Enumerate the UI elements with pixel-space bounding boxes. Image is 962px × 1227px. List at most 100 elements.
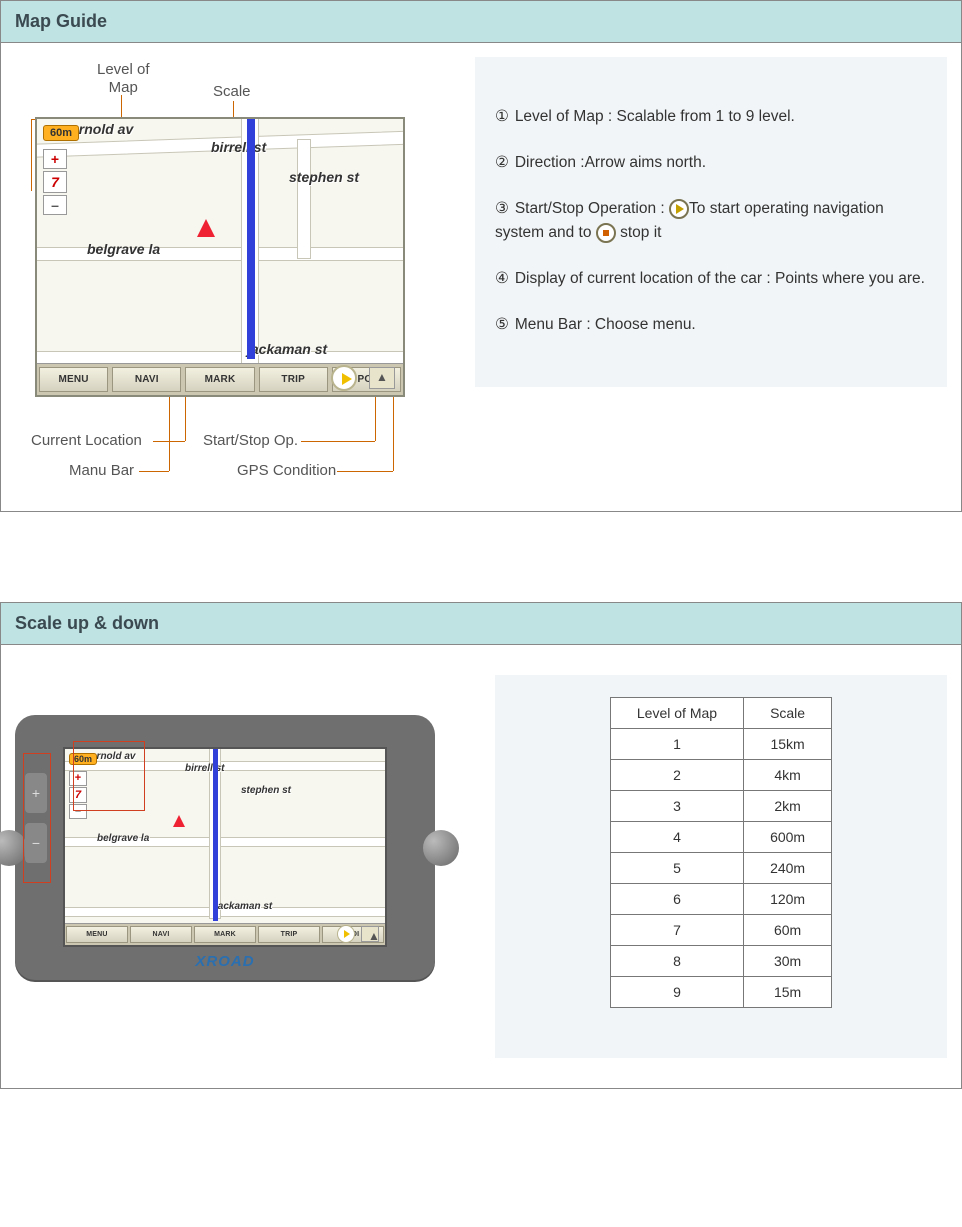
cell-level: 5: [610, 853, 743, 884]
list-marker: ②: [495, 151, 511, 175]
scale-table-panel: Level of Map Scale 115km 24km 32km 4600m…: [495, 675, 947, 1058]
zoom-level-indicator: 7: [43, 171, 67, 193]
street-label: belgrave la: [87, 241, 160, 257]
callout-level-of-map-l1: Level of: [97, 61, 150, 78]
explain-item: ② Direction :Arrow aims north.: [495, 151, 927, 175]
current-location-arrow-icon: [173, 815, 185, 827]
callout-current-location: Current Location: [31, 432, 142, 449]
gps-condition-icon: [361, 926, 379, 942]
cell-scale: 600m: [744, 822, 832, 853]
callout-start-stop-op: Start/Stop Op.: [203, 432, 298, 449]
route-line: [213, 749, 218, 921]
explain-item: ① Level of Map : Scalable from 1 to 9 le…: [495, 105, 927, 129]
section-title-map-guide: Map Guide: [1, 1, 961, 43]
cell-scale: 2km: [744, 791, 832, 822]
highlight-box-sw-zoom: [73, 741, 145, 811]
menu-button-menu[interactable]: MENU: [39, 367, 108, 392]
explain-text: Direction :Arrow aims north.: [515, 154, 706, 171]
street-label: birrell st: [185, 763, 224, 774]
explain-item: ④ Display of current location of the car…: [495, 267, 927, 291]
leader-line: [139, 471, 169, 472]
device-area: + − arnold av birrell st stephen st: [15, 675, 455, 980]
list-marker: ⑤: [495, 313, 511, 337]
explain-suffix: stop it: [620, 224, 661, 241]
start-stop-button[interactable]: [331, 365, 357, 391]
street-label: stephen st: [289, 169, 359, 185]
menu-button-mark[interactable]: MARK: [185, 367, 254, 392]
menu-button-trip[interactable]: TRIP: [258, 926, 320, 943]
leader-line: [301, 441, 375, 442]
cell-scale: 15m: [744, 977, 832, 1008]
zoom-in-button[interactable]: +: [43, 149, 67, 169]
explain-text: Level of Map : Scalable from 1 to 9 leve…: [515, 108, 795, 125]
cell-scale: 240m: [744, 853, 832, 884]
menu-button-navi[interactable]: NAVI: [112, 367, 181, 392]
callout-level-of-map-l2: Map: [109, 79, 138, 96]
cell-level: 8: [610, 946, 743, 977]
explain-prefix: Start/Stop Operation :: [515, 200, 665, 217]
cell-scale: 4km: [744, 760, 832, 791]
leader-line: [121, 95, 122, 119]
cell-scale: 15km: [744, 729, 832, 760]
cell-scale: 60m: [744, 915, 832, 946]
explain-item: ③ Start/Stop Operation : To start operat…: [495, 197, 927, 245]
street-label: jackaman st: [215, 901, 272, 912]
play-icon: [669, 199, 689, 219]
map-background: arnold av birrell st stephen st belgrave…: [37, 119, 403, 395]
section-scale: Scale up & down + − arnold av: [0, 602, 962, 1089]
current-location-arrow-icon: [197, 219, 215, 237]
cell-level: 4: [610, 822, 743, 853]
callout-level-of-map: Level of Map: [97, 61, 150, 97]
callout-scale: Scale: [213, 83, 251, 100]
cell-scale: 120m: [744, 884, 832, 915]
menu-button-navi[interactable]: NAVI: [130, 926, 192, 943]
list-marker: ①: [495, 105, 511, 129]
street-label: belgrave la: [97, 833, 149, 844]
leader-line: [337, 471, 393, 472]
start-stop-button[interactable]: [337, 925, 355, 943]
callout-gps-condition: GPS Condition: [237, 462, 336, 479]
scale-badge: 60m: [43, 125, 79, 141]
map-guide-body: Level of Map Scale Current Location Star…: [1, 43, 961, 511]
gps-condition-icon: [369, 367, 395, 389]
zoom-out-button[interactable]: –: [43, 195, 67, 215]
table-header-level: Level of Map: [610, 698, 743, 729]
menu-button-menu[interactable]: MENU: [66, 926, 128, 943]
section-title-scale: Scale up & down: [1, 603, 961, 645]
table-header-row: Level of Map Scale: [610, 698, 831, 729]
list-marker: ③: [495, 197, 511, 221]
cell-level: 2: [610, 760, 743, 791]
scale-body: + − arnold av birrell st stephen st: [1, 645, 961, 1088]
explain-text: Display of current location of the car :…: [515, 270, 925, 287]
leader-line: [31, 119, 32, 191]
diagram-area: Level of Map Scale Current Location Star…: [15, 57, 455, 497]
route-line: [247, 119, 255, 359]
callout-manu-bar: Manu Bar: [69, 462, 134, 479]
device-logo: XROAD: [63, 947, 387, 970]
cell-level: 7: [610, 915, 743, 946]
device-knob-right: [423, 830, 459, 866]
menu-button-trip[interactable]: TRIP: [259, 367, 328, 392]
scale-table: Level of Map Scale 115km 24km 32km 4600m…: [610, 697, 832, 1008]
street-label: arnold av: [71, 121, 133, 137]
device-frame: + − arnold av birrell st stephen st: [15, 715, 435, 980]
street-label: jackaman st: [247, 341, 327, 357]
device-screen: arnold av birrell st stephen st belgrave…: [35, 117, 405, 397]
explain-text: Menu Bar : Choose menu.: [515, 316, 696, 333]
street-label: stephen st: [241, 785, 291, 796]
explain-item: ⑤ Menu Bar : Choose menu.: [495, 313, 927, 337]
table-header-scale: Scale: [744, 698, 832, 729]
cell-scale: 30m: [744, 946, 832, 977]
list-marker: ④: [495, 267, 511, 291]
menu-button-mark[interactable]: MARK: [194, 926, 256, 943]
cell-level: 6: [610, 884, 743, 915]
highlight-box-hw-zoom: [23, 753, 51, 883]
stop-icon: [596, 223, 616, 243]
cell-level: 9: [610, 977, 743, 1008]
section-map-guide: Map Guide Level of Map Scale Current Loc…: [0, 0, 962, 512]
street-label: birrell st: [211, 139, 266, 155]
cell-level: 3: [610, 791, 743, 822]
explanation-panel: ① Level of Map : Scalable from 1 to 9 le…: [475, 57, 947, 387]
cell-level: 1: [610, 729, 743, 760]
leader-line: [169, 389, 170, 471]
